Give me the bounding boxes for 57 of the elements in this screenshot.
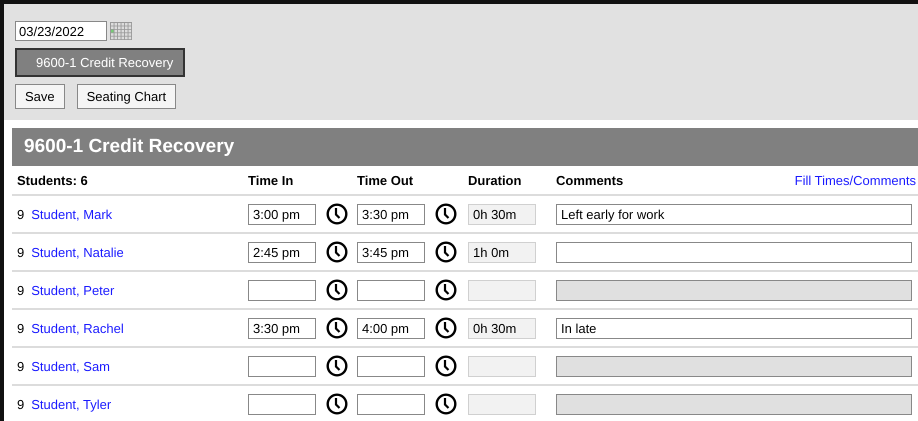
calendar-icon[interactable] — [110, 22, 132, 40]
section-title: 9600-1 Credit Recovery — [12, 128, 918, 166]
time-out-field[interactable] — [357, 394, 425, 414]
time-in-field[interactable]: 3:30 pm — [248, 318, 316, 338]
duration-field[interactable]: 0h 30m — [468, 318, 536, 338]
student-link[interactable]: Student, Natalie — [31, 244, 124, 260]
column-header: Time In — [248, 172, 294, 188]
time-out-field[interactable] — [357, 356, 425, 376]
duration-field[interactable] — [468, 356, 536, 376]
clock-icon[interactable] — [326, 203, 348, 225]
grade-text: 9 — [17, 282, 24, 298]
clock-icon[interactable] — [326, 317, 348, 339]
toolbar-button[interactable]: Seating Chart — [76, 84, 176, 109]
time-out-field[interactable]: 4:00 pm — [357, 318, 425, 338]
section-button[interactable]: 9600-1 Credit Recovery — [15, 48, 186, 77]
toolbar-button[interactable]: Save — [15, 84, 65, 109]
duration-field[interactable] — [468, 394, 536, 414]
time-in-field[interactable] — [248, 356, 316, 376]
student-link[interactable]: Student, Peter — [31, 282, 114, 298]
grade-text: 9 — [17, 206, 24, 222]
time-out-field[interactable]: 3:30 pm — [357, 204, 425, 224]
grade-text: 9 — [17, 396, 24, 412]
student-link[interactable]: Student, Tyler — [31, 396, 112, 412]
comment-field[interactable]: In late — [556, 318, 912, 338]
grade-text: 9 — [17, 358, 24, 374]
time-in-field[interactable]: 2:45 pm — [248, 242, 316, 262]
column-header: Duration — [468, 172, 522, 188]
time-in-field[interactable] — [248, 280, 316, 300]
time-out-field[interactable]: 3:45 pm — [357, 242, 425, 262]
clock-icon[interactable] — [326, 279, 348, 301]
clock-icon[interactable] — [435, 393, 457, 415]
column-header: Time Out — [357, 172, 414, 188]
student-link[interactable]: Student, Sam — [31, 358, 110, 374]
clock-icon[interactable] — [435, 279, 457, 301]
duration-field[interactable] — [468, 280, 536, 300]
grade-text: 9 — [17, 320, 24, 336]
duration-field[interactable]: 0h 30m — [468, 204, 536, 224]
clock-icon[interactable] — [435, 355, 457, 377]
time-in-field[interactable]: 3:00 pm — [248, 204, 316, 224]
clock-icon[interactable] — [435, 317, 457, 339]
comment-field[interactable] — [556, 242, 912, 262]
column-header: Comments — [556, 172, 624, 188]
student-link[interactable]: Student, Rachel — [31, 320, 124, 336]
duration-field[interactable]: 1h 0m — [468, 242, 536, 262]
time-in-field[interactable] — [248, 394, 316, 414]
date-field[interactable]: 03/23/2022 — [15, 21, 107, 41]
clock-icon[interactable] — [326, 355, 348, 377]
grade-text: 9 — [17, 244, 24, 260]
fill-times-link[interactable]: Fill Times/Comments — [794, 172, 918, 188]
clock-icon[interactable] — [435, 241, 457, 263]
student-link[interactable]: Student, Mark — [31, 206, 112, 222]
clock-icon[interactable] — [326, 393, 348, 415]
column-header: Students: 6 — [17, 172, 89, 188]
clock-icon[interactable] — [326, 241, 348, 263]
clock-icon[interactable] — [435, 203, 457, 225]
time-out-field[interactable] — [357, 280, 425, 300]
comment-field[interactable]: Left early for work — [556, 204, 912, 224]
